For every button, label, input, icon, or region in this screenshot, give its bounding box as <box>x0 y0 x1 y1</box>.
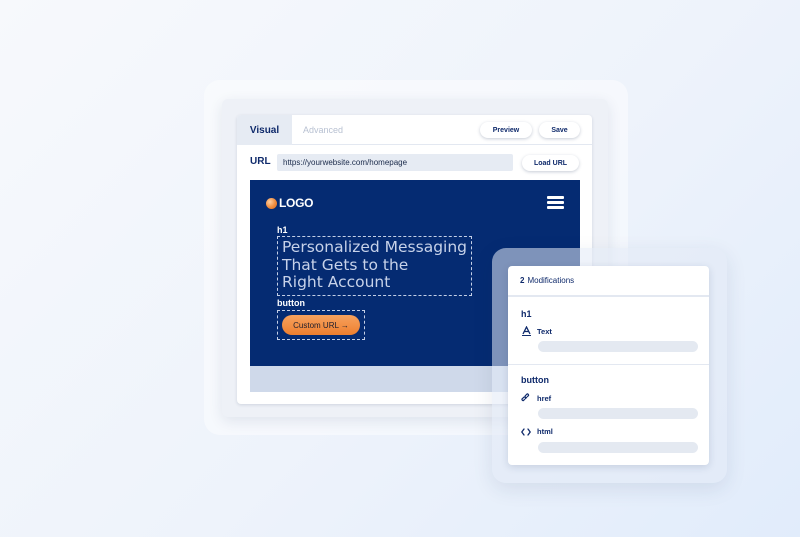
modifications-count: 2 <box>520 276 525 285</box>
hamburger-menu-icon[interactable] <box>547 196 564 209</box>
modification-row-text[interactable]: Text <box>521 326 552 336</box>
button-tag-label: button <box>277 298 305 308</box>
modification-row-html[interactable]: html <box>521 427 553 436</box>
load-url-button[interactable]: Load URL <box>522 155 579 171</box>
h1-tag-label: h1 <box>277 225 288 235</box>
logo-icon <box>266 197 277 209</box>
modifications-title: Modifications <box>527 276 575 285</box>
link-icon <box>521 393 531 403</box>
section-title-h1: h1 <box>521 309 532 319</box>
button-selection-box[interactable]: Custom URL → <box>277 310 365 340</box>
modification-label: html <box>537 427 553 436</box>
modification-label: href <box>537 393 552 403</box>
save-button[interactable]: Save <box>539 122 580 138</box>
site-logo: LOGO <box>266 196 313 210</box>
html-value-placeholder <box>538 442 698 453</box>
url-input[interactable]: https://yourwebsite.com/homepage <box>277 154 513 171</box>
tab-visual[interactable]: Visual <box>237 115 292 145</box>
custom-url-button[interactable]: Custom URL → <box>282 315 360 335</box>
text-value-placeholder <box>538 341 698 352</box>
href-value-placeholder <box>538 408 698 419</box>
h1-line: That Gets to the <box>282 255 409 274</box>
h1-line: Personalized Messaging <box>282 238 468 256</box>
modification-label: Text <box>537 326 552 336</box>
modifications-panel: 2 Modifications h1 Text button href html <box>508 266 709 465</box>
h1-selection-box[interactable]: Personalized Messaging That Gets to the … <box>277 236 472 296</box>
url-label: URL <box>250 156 271 167</box>
section-title-button: button <box>521 375 549 385</box>
logo-text: LOGO <box>279 196 314 210</box>
preview-button[interactable]: Preview <box>480 122 532 138</box>
modification-row-href[interactable]: href <box>521 393 551 403</box>
modifications-header: 2 Modifications <box>508 266 709 297</box>
tab-advanced[interactable]: Advanced <box>303 115 343 145</box>
code-icon <box>521 427 531 436</box>
h1-line: Right Account <box>282 273 391 291</box>
section-divider <box>508 364 709 365</box>
text-format-icon <box>521 326 531 336</box>
tab-bar: Visual Advanced Preview Save <box>237 115 592 145</box>
